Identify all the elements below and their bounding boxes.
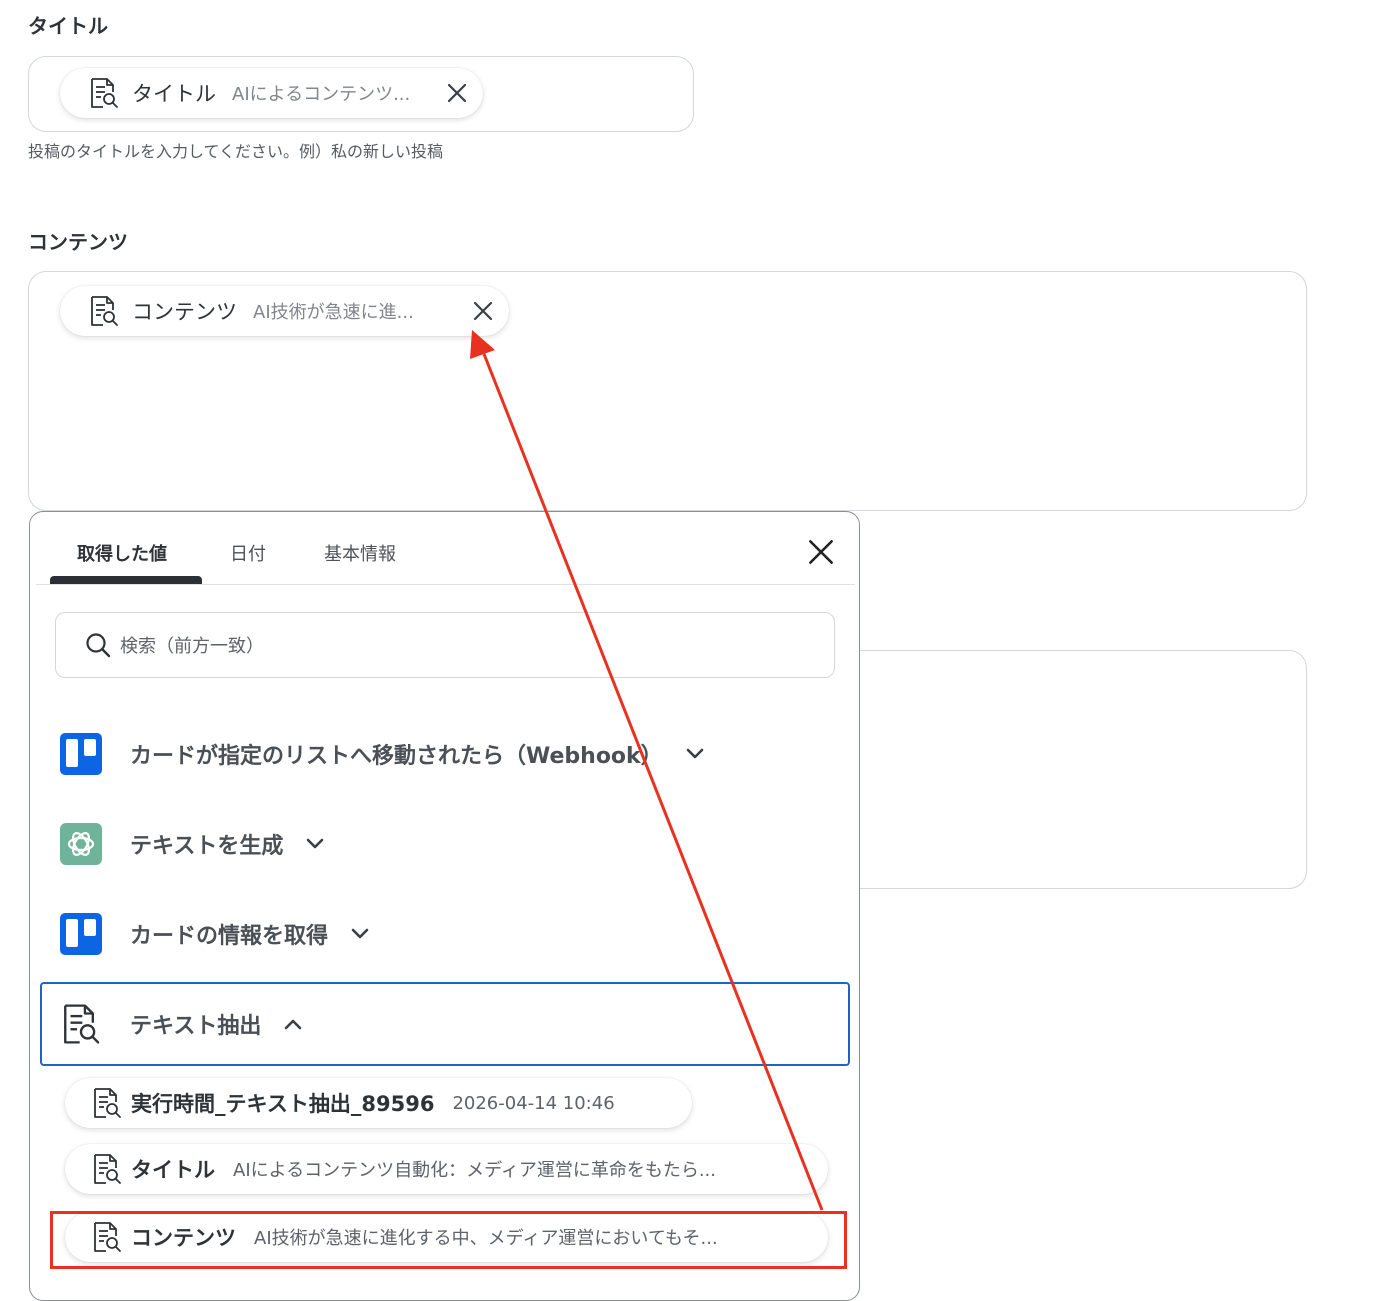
- chevron-down-icon[interactable]: [305, 837, 325, 851]
- search-icon: [86, 633, 111, 658]
- title-field-label: タイトル: [28, 14, 108, 38]
- search-box[interactable]: 検索（前方一致）: [55, 612, 835, 678]
- chevron-down-icon[interactable]: [350, 927, 370, 941]
- group-get-card-info[interactable]: カードの情報を取得: [40, 892, 850, 976]
- group-trello-card-moved[interactable]: カードが指定のリストへ移動されたら（Webhook）: [40, 712, 850, 796]
- doc-search-icon: [88, 295, 120, 327]
- doc-search-icon: [91, 1221, 123, 1253]
- chip-name: タイトル: [132, 82, 216, 106]
- chevron-up-icon[interactable]: [283, 1017, 303, 1031]
- group-label: カードが指定のリストへ移動されたら（Webhook）: [130, 744, 663, 769]
- group-label: テキストを生成: [130, 834, 284, 859]
- doc-search-icon: [91, 1153, 123, 1185]
- active-tab-indicator: [50, 576, 202, 584]
- doc-search-icon: [91, 1087, 123, 1119]
- item-value: 2026-04-14 10:46: [452, 1092, 615, 1114]
- close-icon[interactable]: [472, 300, 494, 322]
- tab-date[interactable]: 日付: [230, 540, 266, 566]
- item-value: AI技術が急速に進化する中、メディア運営においてもそ...: [254, 1228, 718, 1249]
- title-field-hint: 投稿のタイトルを入力してください。例）私の新しい投稿: [28, 142, 444, 161]
- chip-name: コンテンツ: [132, 300, 237, 324]
- variable-item[interactable]: コンテンツ AI技術が急速に進化する中、メディア運営においてもそ...: [65, 1212, 828, 1262]
- variable-picker-panel: 取得した値 日付 基本情報 検索（前方一致） カードが指定のリストへ移動されたら…: [29, 511, 860, 1301]
- item-name: タイトル: [131, 1158, 215, 1182]
- openai-icon: [60, 823, 102, 865]
- variable-item[interactable]: 実行時間_テキスト抽出_89596 2026-04-14 10:46: [65, 1078, 692, 1128]
- doc-search-icon: [60, 1003, 102, 1045]
- item-name: 実行時間_テキスト抽出_89596: [131, 1092, 435, 1116]
- group-label: カードの情報を取得: [130, 924, 329, 949]
- close-icon[interactable]: [446, 82, 468, 104]
- tab-basic-info[interactable]: 基本情報: [324, 540, 396, 566]
- chevron-down-icon[interactable]: [685, 747, 705, 761]
- item-name: コンテンツ: [131, 1226, 236, 1250]
- doc-search-icon: [88, 77, 120, 109]
- chip-value: AI技術が急速に進...: [253, 302, 414, 323]
- group-generate-text[interactable]: テキストを生成: [40, 802, 850, 886]
- content-field-label: コンテンツ: [28, 230, 128, 254]
- chip-value: AIによるコンテンツ...: [232, 84, 411, 105]
- tab-divider: [36, 584, 855, 585]
- item-value: AIによるコンテンツ自動化：メディア運営に革命をもたら...: [233, 1160, 716, 1181]
- trello-icon: [60, 733, 102, 775]
- title-variable-chip[interactable]: タイトル AIによるコンテンツ...: [60, 68, 483, 118]
- search-input[interactable]: 検索（前方一致）: [120, 632, 264, 658]
- close-icon[interactable]: [808, 539, 834, 565]
- content-variable-chip[interactable]: コンテンツ AI技術が急速に進...: [60, 286, 509, 336]
- variable-item[interactable]: タイトル AIによるコンテンツ自動化：メディア運営に革命をもたら...: [65, 1144, 828, 1194]
- group-text-extraction[interactable]: テキスト抽出: [40, 982, 850, 1066]
- tab-acquired-values[interactable]: 取得した値: [77, 540, 167, 566]
- group-label: テキスト抽出: [130, 1014, 262, 1039]
- trello-icon: [60, 913, 102, 955]
